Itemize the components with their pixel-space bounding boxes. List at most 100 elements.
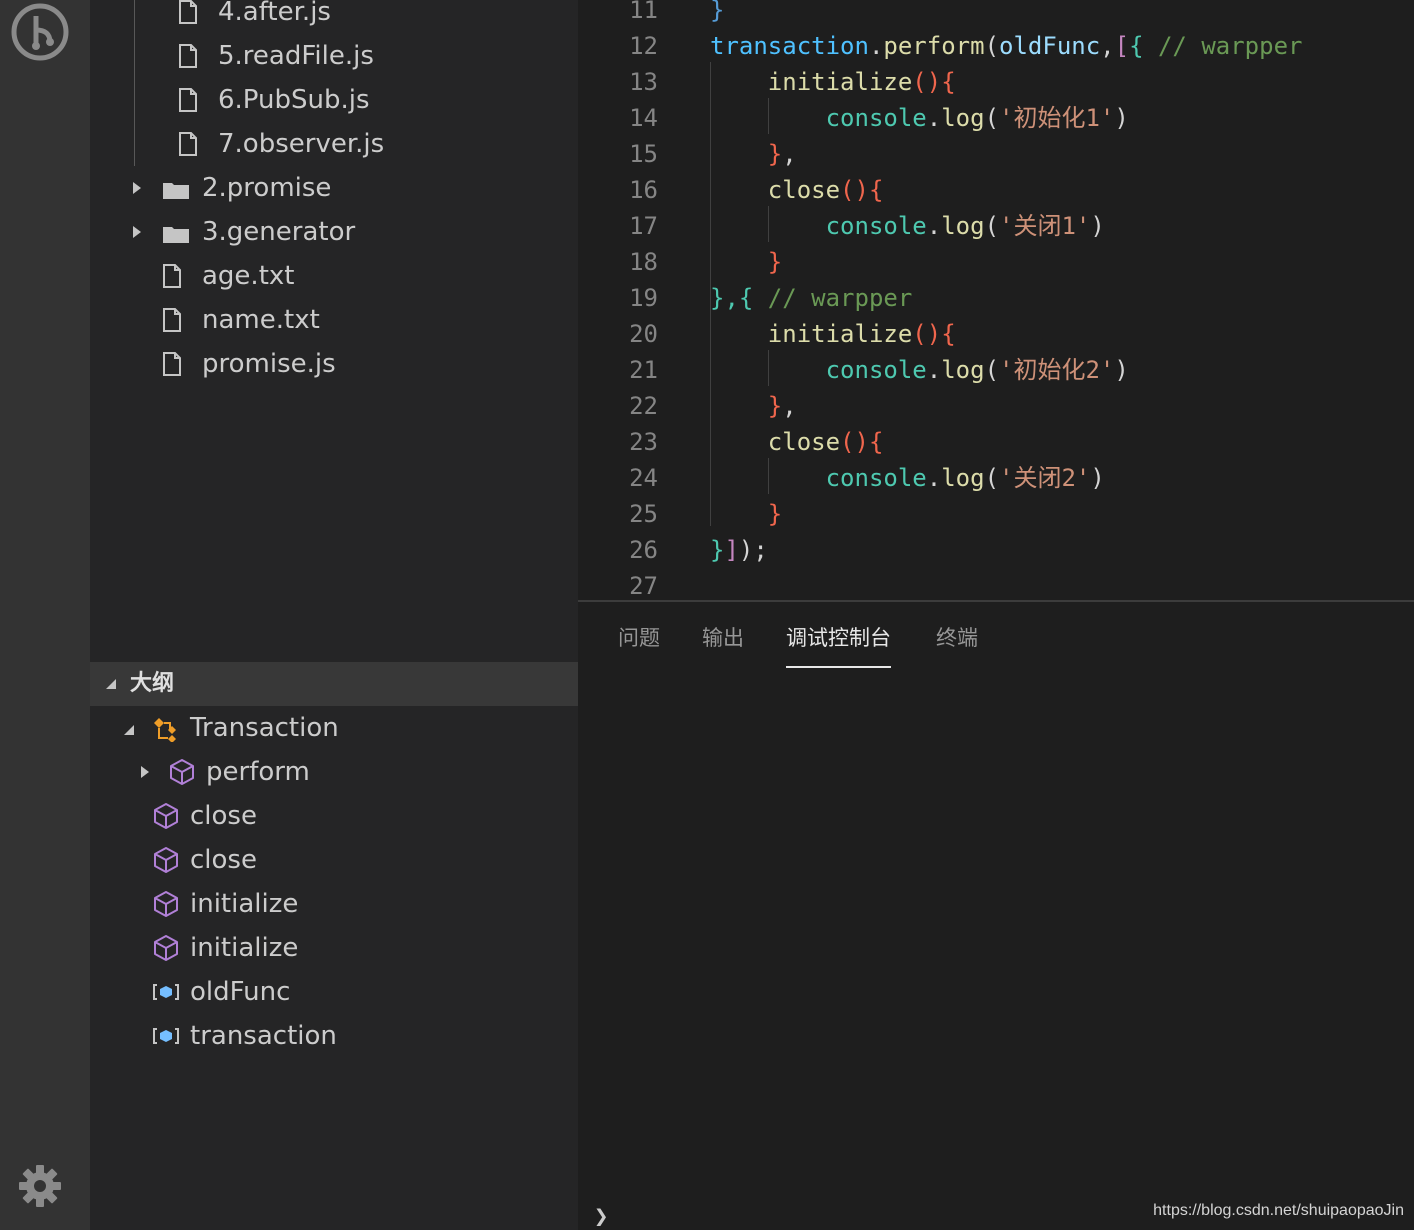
folder-label: 3.generator bbox=[202, 217, 356, 247]
code-token: } bbox=[767, 140, 783, 168]
method-cube-icon bbox=[154, 847, 178, 873]
line-number: 18 bbox=[629, 248, 658, 276]
line-number: 21 bbox=[629, 356, 658, 384]
watermark: https://blog.csdn.net/shuipaopaoJin bbox=[1153, 1202, 1404, 1219]
code-line[interactable]: 16 close(){ bbox=[578, 172, 1414, 208]
code-line[interactable]: 13 initialize(){ bbox=[578, 64, 1414, 100]
git-lens-icon[interactable] bbox=[10, 2, 70, 62]
chevron-right-icon[interactable] bbox=[130, 180, 144, 196]
code-line[interactable]: 20 initialize(){ bbox=[578, 316, 1414, 352]
code-token: console bbox=[825, 356, 927, 384]
code-token: '初始化1' bbox=[999, 104, 1115, 132]
code-token: close bbox=[767, 428, 841, 456]
code-text: },{ // warpper bbox=[710, 280, 912, 316]
code-line[interactable]: 15 }, bbox=[578, 136, 1414, 172]
chevron-right-icon[interactable] bbox=[130, 224, 144, 240]
code-token: initialize bbox=[767, 68, 913, 96]
outline-label: close bbox=[190, 845, 257, 875]
code-token: } bbox=[710, 0, 725, 24]
folder-icon bbox=[163, 183, 189, 199]
code-token: log bbox=[941, 356, 985, 384]
code-line[interactable]: 14 console.log('初始化1') bbox=[578, 100, 1414, 136]
file-label: name.txt bbox=[202, 305, 320, 335]
code-token: ) bbox=[1090, 464, 1105, 492]
tab-debug-console[interactable]: 调试控制台 bbox=[786, 620, 891, 668]
outline-section-header[interactable]: 大纲 bbox=[90, 662, 578, 706]
code-token: [ bbox=[1114, 32, 1130, 60]
code-token: } bbox=[767, 392, 783, 420]
line-number: 14 bbox=[629, 104, 658, 132]
code-token: { bbox=[1129, 32, 1144, 60]
tab-output[interactable]: 输出 bbox=[702, 620, 744, 666]
code-token: . bbox=[926, 212, 942, 240]
code-token: // warpper bbox=[753, 284, 913, 312]
class-icon bbox=[154, 718, 176, 742]
code-text: initialize(){ bbox=[710, 64, 956, 100]
code-line[interactable]: 21 console.log('初始化2') bbox=[578, 352, 1414, 388]
code-token: . bbox=[926, 464, 942, 492]
code-line[interactable]: 22 }, bbox=[578, 388, 1414, 424]
chevron-down-icon[interactable] bbox=[122, 722, 136, 738]
line-number: 22 bbox=[629, 392, 658, 420]
outline-label: transaction bbox=[190, 1021, 337, 1051]
code-token: log bbox=[941, 104, 985, 132]
code-line[interactable]: 26}]); bbox=[578, 532, 1414, 568]
code-line[interactable]: 25 } bbox=[578, 496, 1414, 532]
code-token: , bbox=[782, 140, 797, 168]
code-line[interactable]: 17 console.log('关闭1') bbox=[578, 208, 1414, 244]
line-number: 13 bbox=[629, 68, 658, 96]
code-text: console.log('初始化2') bbox=[710, 352, 1129, 388]
code-token: ( bbox=[984, 356, 1000, 384]
method-cube-icon bbox=[154, 803, 178, 829]
line-number: 17 bbox=[629, 212, 658, 240]
outline-label: perform bbox=[206, 757, 310, 787]
code-line[interactable]: 18 } bbox=[578, 244, 1414, 280]
code-text: }]); bbox=[710, 532, 768, 568]
code-token: ( bbox=[984, 212, 1000, 240]
settings-gear-icon[interactable] bbox=[17, 1163, 63, 1209]
code-token: . bbox=[926, 104, 942, 132]
outline-title: 大纲 bbox=[130, 671, 175, 696]
code-token: console bbox=[825, 464, 927, 492]
code-token: , bbox=[1100, 32, 1115, 60]
code-text: console.log('关闭1') bbox=[710, 208, 1105, 244]
outline-label: close bbox=[190, 801, 257, 831]
code-token: (){ bbox=[840, 176, 884, 204]
code-token: ) bbox=[1114, 104, 1129, 132]
method-cube-icon bbox=[170, 759, 194, 785]
code-token: initialize bbox=[767, 320, 913, 348]
tab-terminal[interactable]: 终端 bbox=[936, 620, 978, 666]
tab-problems[interactable]: 问题 bbox=[618, 620, 660, 666]
code-line[interactable]: 19},{ // warpper bbox=[578, 280, 1414, 316]
code-line[interactable]: 24 console.log('关闭2') bbox=[578, 460, 1414, 496]
code-token: '关闭1' bbox=[999, 212, 1091, 240]
code-token: // warpper bbox=[1143, 32, 1303, 60]
file-label: promise.js bbox=[202, 349, 336, 379]
chevron-down-icon[interactable] bbox=[104, 677, 118, 691]
line-number: 11 bbox=[629, 0, 658, 24]
file-icon bbox=[179, 88, 197, 112]
file-icon bbox=[179, 132, 197, 156]
chevron-right-icon[interactable] bbox=[138, 764, 152, 780]
code-token: . bbox=[926, 356, 942, 384]
code-editor[interactable]: 11} 12 transaction.perform(oldFunc,[{ // w… bbox=[578, 0, 1414, 600]
console-prompt[interactable]: ❯ bbox=[594, 1202, 608, 1230]
code-line[interactable]: 27 bbox=[578, 568, 1414, 600]
code-text: initialize(){ bbox=[710, 316, 956, 352]
code-token: . bbox=[868, 32, 884, 60]
bottom-panel: 问题 输出 调试控制台 终端 ❯ https://blog.csdn.net/s… bbox=[578, 602, 1414, 1230]
code-line[interactable]: 11} bbox=[578, 0, 1414, 28]
line-number: 27 bbox=[629, 572, 658, 600]
code-token: console bbox=[825, 212, 927, 240]
code-text: }, bbox=[710, 136, 797, 172]
code-line[interactable]: 23 close(){ bbox=[578, 424, 1414, 460]
code-line[interactable]: 12 transaction.perform(oldFunc,[{ // warp… bbox=[578, 28, 1414, 64]
line-number: 20 bbox=[629, 320, 658, 348]
